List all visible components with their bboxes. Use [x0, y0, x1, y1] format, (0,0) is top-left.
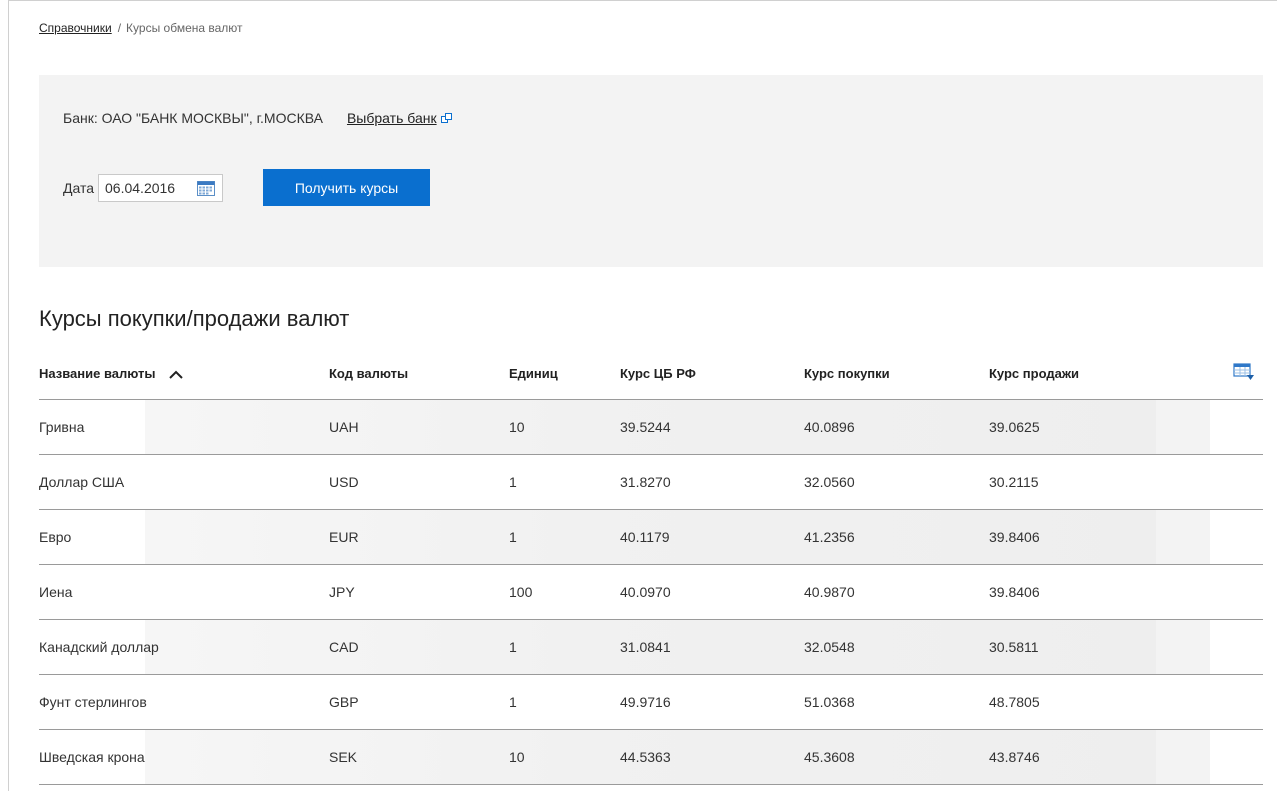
- cell-currency-name: Доллар США: [39, 474, 125, 490]
- cell-currency-code: GBP: [329, 694, 359, 710]
- external-link-icon[interactable]: [440, 113, 452, 123]
- row-shade: [145, 730, 1210, 784]
- top-border: [8, 0, 1277, 1]
- cell-currency-name: Фунт стерлингов: [39, 694, 147, 710]
- get-rates-button[interactable]: Получить курсы: [263, 169, 431, 206]
- chevron-up-icon[interactable]: [169, 370, 183, 379]
- date-input[interactable]: 06.04.2016: [98, 173, 224, 202]
- table-row: Иена JPY 100 40.0970 40.9870 39.8406: [39, 565, 1263, 620]
- cell-cb-rate: 31.8270: [620, 474, 671, 490]
- row-shade-right: [1156, 730, 1210, 784]
- table-row: Шведская крона SEK 10 44.5363 45.3608 43…: [39, 730, 1263, 785]
- header-sell-rate[interactable]: Курс продажи: [989, 366, 1079, 381]
- choose-bank-link[interactable]: Выбрать банк: [347, 110, 437, 126]
- table-row: Канадский доллар CAD 1 31.0841 32.0548 3…: [39, 620, 1263, 675]
- cell-cb-rate: 49.9716: [620, 694, 671, 710]
- cell-currency-name: Гривна: [39, 419, 85, 435]
- cell-sell-rate: 30.5811: [989, 639, 1039, 655]
- row-shade: [145, 510, 1210, 564]
- rates-table: Название валюты Код валюты Единиц Курс Ц…: [39, 346, 1263, 785]
- breadcrumb-separator: /: [117, 21, 122, 35]
- table-export-icon[interactable]: [1233, 363, 1255, 381]
- cell-buy-rate: 41.2356: [804, 529, 855, 545]
- page: Справочники / Курсы обмена валют Банк: ОАО…: [0, 0, 1277, 791]
- header-cb-rate[interactable]: Курс ЦБ РФ: [620, 366, 696, 381]
- table-row: Евро EUR 1 40.1179 41.2356 39.8406: [39, 510, 1263, 565]
- row-shade-right: [1156, 510, 1210, 564]
- header-buy-rate[interactable]: Курс покупки: [804, 366, 890, 381]
- cell-sell-rate: 43.8746: [989, 749, 1040, 765]
- cell-currency-code: EUR: [329, 529, 359, 545]
- cell-buy-rate: 45.3608: [804, 749, 855, 765]
- row-shade-right: [1156, 620, 1210, 674]
- cell-currency-code: JPY: [329, 584, 355, 600]
- table-row: Доллар США USD 1 31.8270 32.0560 30.2115: [39, 455, 1263, 510]
- cell-units: 1: [509, 694, 517, 710]
- cell-sell-rate: 39.8406: [989, 584, 1040, 600]
- table-header: Название валюты Код валюты Единиц Курс Ц…: [39, 346, 1263, 400]
- cell-units: 10: [509, 749, 525, 765]
- cell-sell-rate: 48.7805: [989, 694, 1040, 710]
- cell-cb-rate: 40.1179: [620, 529, 670, 545]
- cell-currency-code: SEK: [329, 749, 358, 765]
- calendar-icon[interactable]: [197, 180, 216, 196]
- cell-buy-rate: 40.0896: [804, 419, 855, 435]
- cell-cb-rate: 39.5244: [620, 419, 671, 435]
- breadcrumb-current: Курсы обмена валют: [126, 21, 243, 35]
- cell-units: 100: [509, 584, 533, 600]
- bank-row: Банк: ОАО "БАНК МОСКВЫ", г.МОСКВА Выбрат…: [63, 110, 452, 126]
- row-shade: [145, 400, 1210, 454]
- cell-buy-rate: 51.0368: [804, 694, 855, 710]
- row-shade-right: [1156, 400, 1210, 454]
- cell-units: 1: [509, 474, 517, 490]
- cell-sell-rate: 39.0625: [989, 419, 1040, 435]
- cell-currency-code: CAD: [329, 639, 359, 655]
- header-currency-name[interactable]: Название валюты: [39, 366, 183, 381]
- table-row: Гривна UAH 10 39.5244 40.0896 39.0625: [39, 400, 1263, 455]
- cell-currency-name: Канадский доллар: [39, 639, 159, 655]
- cell-currency-code: USD: [329, 474, 359, 490]
- filter-panel: Банк: ОАО "БАНК МОСКВЫ", г.МОСКВА Выбрат…: [39, 75, 1263, 267]
- header-currency-name-label: Название валюты: [39, 366, 156, 381]
- section-title: Курсы покупки/продажи валют: [39, 306, 350, 331]
- cell-units: 10: [509, 419, 525, 435]
- breadcrumb-link-directories[interactable]: Справочники: [39, 21, 112, 35]
- cell-buy-rate: 32.0560: [804, 474, 855, 490]
- cell-currency-name: Евро: [39, 529, 72, 545]
- cell-currency-name: Шведская крона: [39, 749, 145, 765]
- bank-name-text: Банк: ОАО "БАНК МОСКВЫ", г.МОСКВА: [63, 110, 323, 126]
- row-shade: [145, 620, 1210, 674]
- header-units[interactable]: Единиц: [509, 366, 558, 381]
- cell-currency-name: Иена: [39, 584, 73, 600]
- cell-cb-rate: 44.5363: [620, 749, 671, 765]
- cell-sell-rate: 30.2115: [989, 474, 1039, 490]
- left-border: [8, 0, 9, 791]
- date-value[interactable]: 06.04.2016: [105, 180, 197, 196]
- cell-buy-rate: 32.0548: [804, 639, 855, 655]
- breadcrumb: Справочники / Курсы обмена валют: [39, 21, 243, 35]
- table-row: Фунт стерлингов GBP 1 49.9716 51.0368 48…: [39, 675, 1263, 730]
- cell-units: 1: [509, 639, 517, 655]
- date-label: Дата: [63, 179, 95, 196]
- cell-cb-rate: 31.0841: [620, 639, 671, 655]
- date-row: Дата 06.04.2016 Получить курсы: [63, 169, 431, 206]
- header-currency-code[interactable]: Код валюты: [329, 366, 408, 381]
- cell-cb-rate: 40.0970: [620, 584, 671, 600]
- cell-buy-rate: 40.9870: [804, 584, 855, 600]
- cell-sell-rate: 39.8406: [989, 529, 1040, 545]
- cell-currency-code: UAH: [329, 419, 359, 435]
- cell-units: 1: [509, 529, 517, 545]
